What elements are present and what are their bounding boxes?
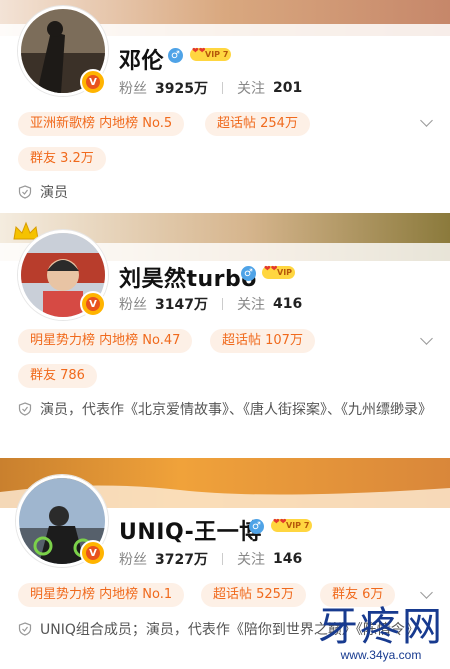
description: 演员 — [18, 181, 438, 205]
follow-label: 关注 — [236, 552, 265, 568]
ranking-tag[interactable]: 明星势力榜 内地榜 No.1 — [18, 583, 185, 607]
description: 演员，代表作《北京爱情故事》、《唐人街探案》、《九州缥缈录》 — [18, 398, 438, 422]
super-topic-tag[interactable]: 超话帖 525万 — [201, 583, 306, 607]
verified-badge-icon: V — [80, 291, 106, 317]
follow-label: 关注 — [236, 81, 265, 97]
vip-badge: VIP 7 — [271, 515, 313, 532]
verified-badge-icon: V — [80, 69, 106, 95]
vip-badge: VIP — [262, 262, 296, 279]
male-gender-icon: ♂ — [249, 519, 264, 534]
fans-count: 3147万 — [155, 297, 208, 313]
verified-badge-icon: V — [80, 540, 106, 566]
follow-label: 关注 — [236, 297, 265, 313]
stats-row: 粉丝 3925万 关注 201 — [119, 78, 302, 98]
super-topic-tag[interactable]: 超话帖 107万 — [210, 329, 315, 353]
fans-label: 粉丝 — [119, 297, 147, 313]
divider — [221, 553, 223, 565]
ranking-tag[interactable]: 亚洲新歌榜 内地榜 No.5 — [18, 112, 185, 136]
stats-row: 粉丝 3727万 关注 146 — [119, 549, 302, 569]
user-name[interactable]: 邓伦 — [119, 43, 164, 75]
chevron-down-icon[interactable] — [420, 586, 433, 599]
male-gender-icon: ♂ — [168, 48, 183, 63]
fans-count: 3727万 — [155, 552, 208, 568]
chevron-down-icon[interactable] — [420, 114, 433, 127]
watermark-title: 牙疼网 — [318, 604, 444, 650]
male-gender-icon: ♂ — [241, 266, 256, 281]
user-name[interactable]: 刘昊然turbo — [119, 261, 257, 293]
watermark-url: www.34ya.com — [340, 648, 422, 662]
fans-label: 粉丝 — [119, 81, 147, 97]
follow-count: 201 — [272, 80, 303, 96]
site-watermark: 牙疼网 www.34ya.com — [318, 606, 444, 662]
fans-label: 粉丝 — [119, 552, 147, 568]
vip-badge: VIP 7 — [190, 44, 232, 61]
follow-count: 416 — [272, 296, 303, 312]
fans-count: 3925万 — [155, 81, 208, 97]
user-name[interactable]: UNIQ-王一博 — [119, 514, 262, 546]
follow-count: 146 — [272, 551, 303, 567]
profile-card[interactable]: V 刘昊然turbo ♂ VIP 粉丝 3147万 关注 416 明星势力榜 内… — [0, 213, 450, 458]
stats-row: 粉丝 3147万 关注 416 — [119, 294, 302, 314]
group-tag[interactable]: 群友 3.2万 — [18, 147, 106, 171]
shield-icon — [18, 622, 32, 636]
group-tag[interactable]: 群友 786 — [18, 364, 97, 388]
super-topic-tag[interactable]: 超话帖 254万 — [205, 112, 310, 136]
shield-icon — [18, 185, 32, 199]
shield-icon — [18, 402, 32, 416]
profile-card[interactable]: V 邓伦 ♂ VIP 7 粉丝 3925万 关注 201 亚洲新歌榜 内地榜 N… — [0, 0, 450, 213]
ranking-tag[interactable]: 明星势力榜 内地榜 No.47 — [18, 329, 193, 353]
divider — [221, 82, 223, 94]
divider — [221, 298, 223, 310]
chevron-down-icon[interactable] — [420, 332, 433, 345]
